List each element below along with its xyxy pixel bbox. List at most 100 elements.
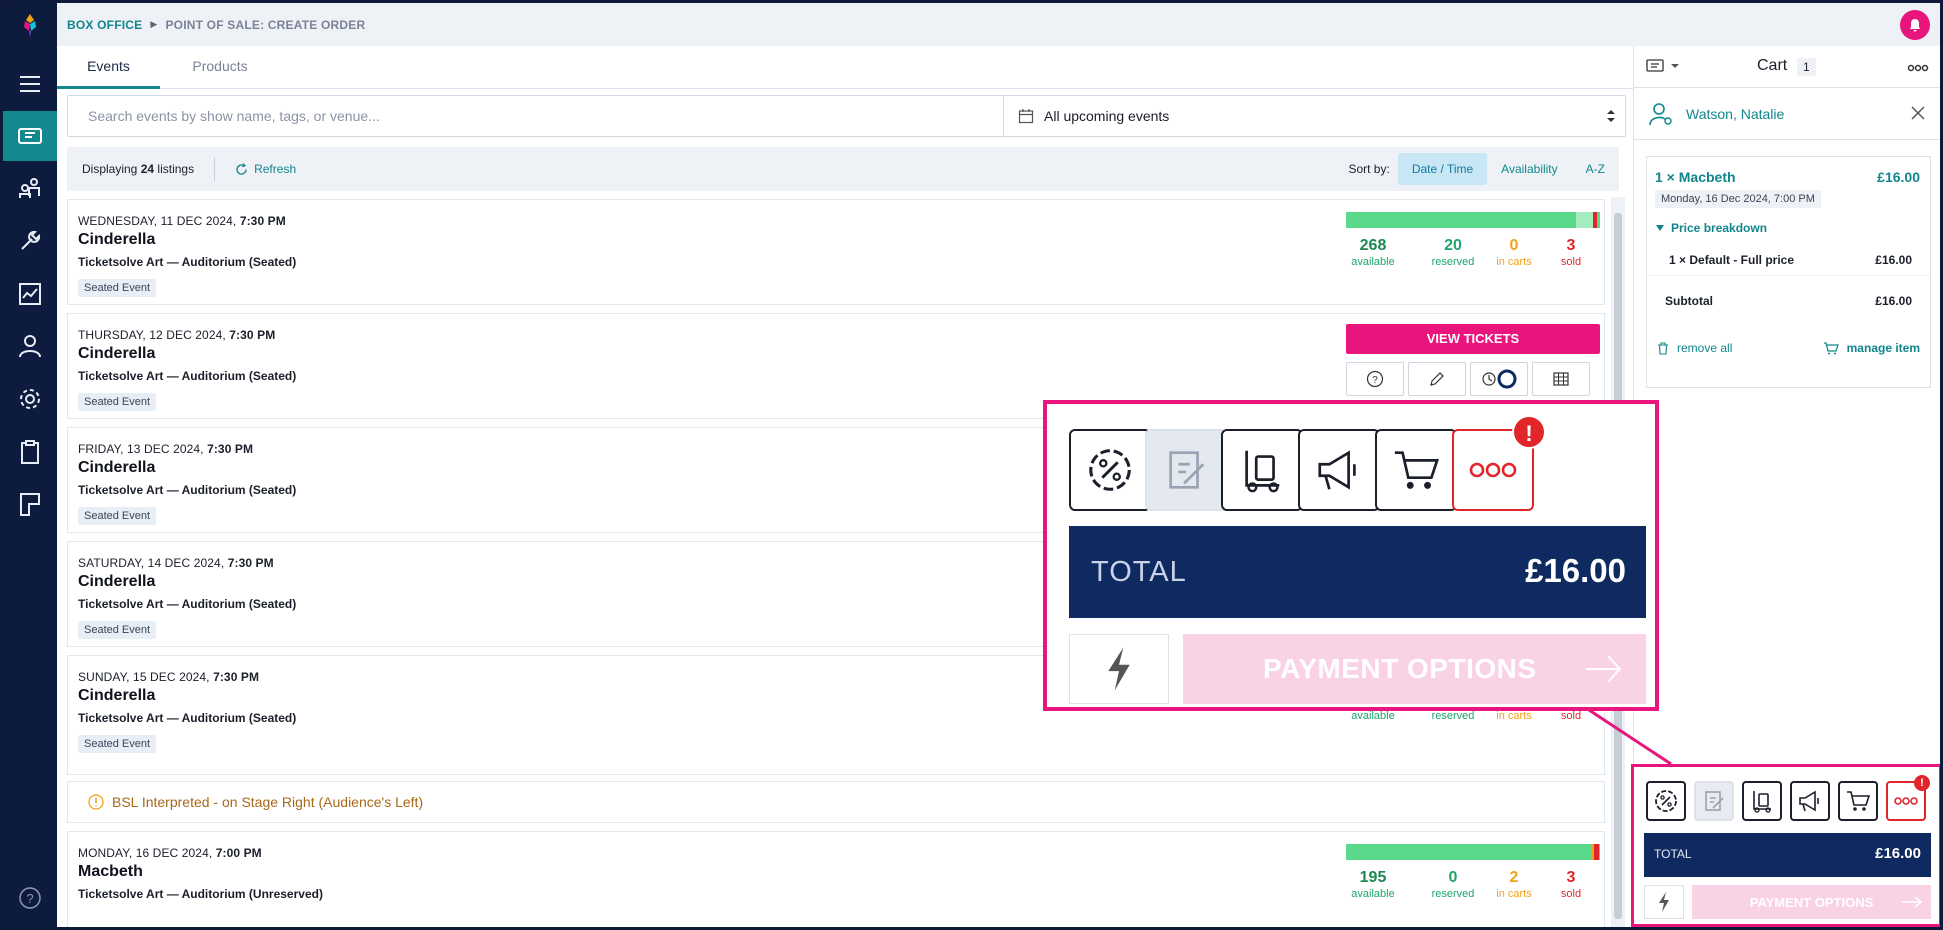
date-filter-select[interactable]: All upcoming events [1003,96,1626,136]
discount-icon[interactable] [1069,429,1151,511]
help-icon[interactable]: ? [3,873,57,923]
event-date: FRIDAY, 13 DEC 2024, 7:30 PM [78,442,254,456]
more-icon[interactable]: ! [1886,775,1930,821]
app-window: ? BOX OFFICE ▶ POINT OF SALE: CREATE ORD… [0,0,1943,930]
alert-badge: ! [1512,415,1546,449]
sort-a-z-button[interactable]: A-Z [1572,153,1619,185]
ticket-icon[interactable] [3,111,57,161]
price-line: 1 × Default - Full price [1669,253,1795,267]
cart-icon[interactable] [1375,429,1457,511]
notification-bell-icon[interactable] [1900,10,1930,40]
person-icon[interactable] [3,321,57,371]
sort-label: Sort by: [1348,162,1390,176]
sidebar: ? [3,3,57,927]
schedule-clock-icon[interactable] [1470,362,1528,396]
cart-item-price: £16.00 [1877,169,1920,185]
breadcrumb-section[interactable]: BOX OFFICE [67,18,142,32]
delivery-icon[interactable] [1742,781,1782,821]
stat-sold: 3 sold [1560,869,1582,900]
gear-icon[interactable] [3,374,57,424]
notes-icon[interactable] [1694,781,1734,821]
notes-icon[interactable] [1145,429,1227,511]
availability-bar-reserved [1576,212,1593,228]
help-icon[interactable]: ? [1346,362,1404,396]
stat-available: 195 available [1351,869,1395,900]
logo-icon[interactable] [3,3,57,46]
customer-row: Watson, Natalie [1634,88,1940,140]
total-label: TOTAL [1654,847,1692,861]
event-stats: available reserved in carts sold [1338,709,1605,745]
updown-chevron-icon [1607,110,1615,122]
stat-sold: 3 sold [1560,237,1582,268]
payment-options-button[interactable]: PAYMENT OPTIONS [1183,634,1646,704]
total-bar: TOTAL £16.00 [1069,526,1646,618]
event-card[interactable]: MONDAY, 16 DEC 2024, 7:00 PM Macbeth Tic… [67,831,1605,927]
svg-text:?: ? [1372,375,1378,386]
cart-icon[interactable] [1838,781,1878,821]
event-name: Cinderella [78,345,156,362]
clipboard-icon[interactable] [3,427,57,477]
marketing-icon[interactable] [1790,781,1830,821]
price-breakdown-toggle[interactable]: Price breakdown [1655,221,1767,235]
edit-pencil-icon[interactable] [1408,362,1466,396]
people-icon[interactable] [3,163,57,213]
manage-item-button[interactable]: manage item [1823,341,1920,355]
stat-reserved: 20 reserved [1431,237,1475,268]
sort-controls: Sort by: Date / Time Availability A-Z [1348,147,1619,191]
checkout-zoom-callout: ! TOTAL £16.00 PAYMENT OPTIONS [1043,400,1659,711]
customer-user-icon [1648,101,1674,132]
event-tag: Seated Event [78,393,157,411]
event-venue: Ticketsolve Art — Auditorium (Seated) [78,711,297,725]
more-icon[interactable]: ! [1452,415,1546,511]
event-note: BSL Interpreted - on Stage Right (Audien… [67,781,1605,823]
report-icon[interactable] [3,269,57,319]
ticket-dropdown-icon[interactable] [1646,58,1680,74]
cart-header: Cart 1 [1634,46,1940,88]
event-card[interactable]: WEDNESDAY, 11 DEC 2024, 7:30 PM Cinderel… [67,199,1605,305]
cart-item-title[interactable]: 1 × Macbeth [1655,169,1736,185]
remove-all-button[interactable]: remove all [1657,341,1732,355]
total-bar: TOTAL £16.00 [1644,833,1931,877]
event-stats: 268 available 20 reserved 0 in carts 3 sold [1338,237,1605,273]
event-venue: Ticketsolve Art — Auditorium (Seated) [78,597,297,611]
quick-pay-bolt-icon[interactable] [1644,885,1684,919]
subtotal-row: Subtotal £16.00 [1647,275,1930,325]
search-input[interactable] [68,96,1003,136]
event-stats: 195 available 0 reserved 2 in carts 3 sold [1338,869,1605,905]
tab-events[interactable]: Events [57,46,160,89]
tab-bar: Events Products [57,46,1633,89]
layout-icon[interactable] [3,479,57,529]
customer-name[interactable]: Watson, Natalie [1686,106,1784,122]
event-date: MONDAY, 16 DEC 2024, 7:00 PM [78,846,262,860]
payment-options-button[interactable]: PAYMENT OPTIONS [1692,885,1931,919]
more-options-icon[interactable] [1907,60,1929,78]
sort-availability-button[interactable]: Availability [1487,153,1571,185]
tab-products[interactable]: Products [160,46,280,89]
seat-map-grid-icon[interactable] [1532,362,1590,396]
event-tag: Seated Event [78,507,157,525]
sort-date-time-button[interactable]: Date / Time [1397,153,1488,185]
marketing-icon[interactable] [1298,429,1380,511]
svg-text:?: ? [26,891,33,906]
refresh-button[interactable]: Refresh [235,162,296,176]
stat-reserved: reserved [1431,710,1475,722]
event-date: SUNDAY, 15 DEC 2024, 7:30 PM [78,670,260,684]
quick-pay-bolt-icon[interactable] [1069,634,1169,704]
cart-icon [1823,341,1839,354]
event-venue: Ticketsolve Art — Auditorium (Seated) [78,255,297,269]
breadcrumb-separator-icon: ▶ [150,19,158,29]
subtotal-amount: £16.00 [1875,294,1912,308]
alert-badge: ! [1914,775,1930,791]
event-name: Cinderella [78,459,156,476]
close-icon[interactable] [1911,106,1925,125]
cart-count-badge: 1 [1797,58,1816,76]
availability-bar-sold [1593,212,1597,228]
event-date: SATURDAY, 14 DEC 2024, 7:30 PM [78,556,274,570]
price-line-amount: £16.00 [1875,253,1912,267]
tools-icon[interactable] [3,216,57,266]
view-tickets-button[interactable]: VIEW TICKETS [1346,324,1600,354]
delivery-icon[interactable] [1221,429,1303,511]
discount-icon[interactable] [1646,781,1686,821]
menu-icon[interactable] [3,59,57,109]
event-tag: Seated Event [78,621,157,639]
